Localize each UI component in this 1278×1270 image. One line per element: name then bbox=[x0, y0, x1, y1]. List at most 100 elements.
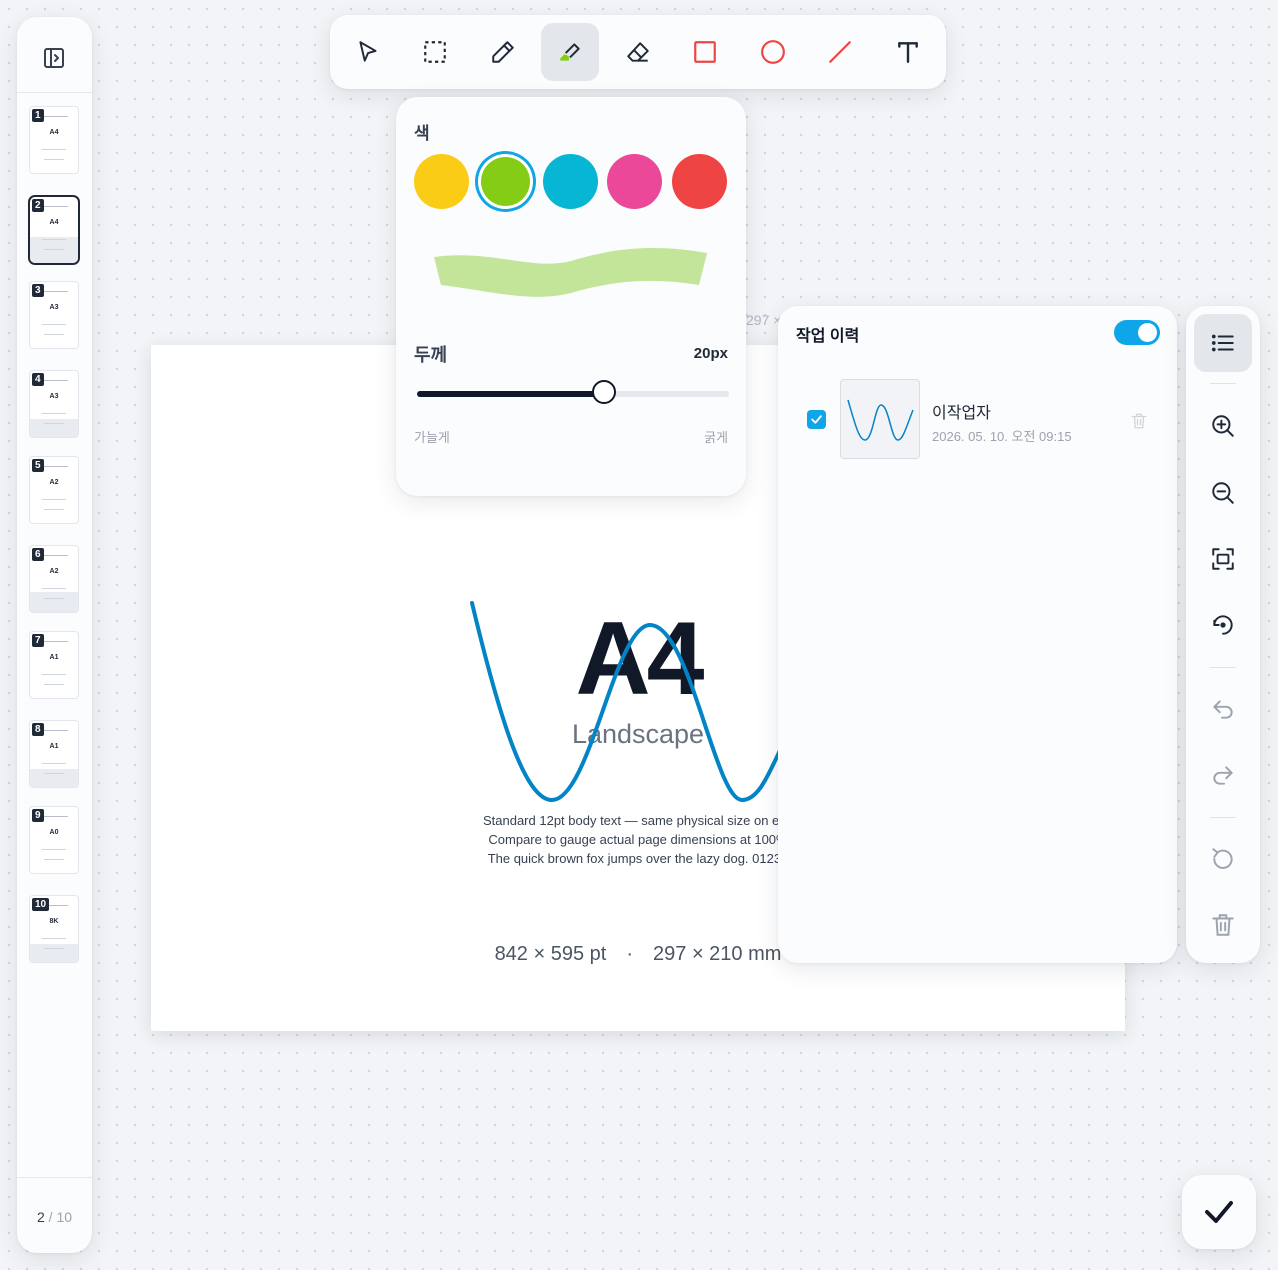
thumbnail-background bbox=[30, 237, 78, 263]
page-thumbnail[interactable]: 9 A0 bbox=[30, 807, 78, 873]
rotate-button[interactable] bbox=[1194, 596, 1252, 654]
history-visibility-toggle[interactable] bbox=[1114, 320, 1160, 345]
undo-button[interactable] bbox=[1194, 680, 1252, 738]
history-item-checkbox[interactable] bbox=[807, 410, 826, 429]
thumbnail-size-label: A4 bbox=[49, 219, 59, 226]
line-icon bbox=[829, 41, 851, 63]
tool-rectangle[interactable] bbox=[676, 23, 734, 81]
page-thumbnail[interactable]: 10 8K bbox=[30, 896, 78, 962]
page-thumbnail[interactable]: 7 A1 bbox=[30, 632, 78, 698]
color-label: 색 bbox=[414, 124, 430, 143]
thumbnail-text-line bbox=[42, 938, 66, 939]
tool-eraser[interactable] bbox=[609, 23, 667, 81]
thumbnail-text-line bbox=[40, 206, 68, 207]
thumbnail-text-line bbox=[40, 380, 68, 381]
page-thumbnail[interactable]: 6 A2 bbox=[30, 546, 78, 612]
page-counter-current: 2 bbox=[36, 1209, 45, 1225]
thumbnail-text-line bbox=[42, 763, 66, 764]
thumbnail-text-line bbox=[42, 413, 66, 414]
page-number-badge: 4 bbox=[32, 373, 44, 386]
history-title: 작업 이력 bbox=[796, 328, 860, 345]
swatch-pink[interactable] bbox=[607, 154, 662, 209]
page-thumbnail[interactable]: 8 A1 bbox=[30, 721, 78, 787]
tool-highlighter[interactable] bbox=[541, 23, 599, 81]
thick-label: 굵게 bbox=[704, 430, 728, 445]
history-item-delete-button[interactable] bbox=[1130, 412, 1148, 430]
thumbnail-background bbox=[30, 769, 78, 787]
tool-text[interactable] bbox=[879, 23, 937, 81]
undo-icon bbox=[1213, 700, 1233, 719]
thumbnail-text-line bbox=[40, 466, 68, 467]
zoom-in-button[interactable] bbox=[1194, 397, 1252, 455]
page-number-badge: 10 bbox=[32, 898, 50, 911]
swatch-yellow[interactable] bbox=[414, 154, 469, 209]
thumbnail-size-label: A2 bbox=[49, 568, 59, 575]
page-thumbnail[interactable]: 2 A4 bbox=[30, 197, 78, 263]
trash-icon bbox=[1131, 413, 1147, 429]
pencil-icon bbox=[492, 41, 514, 63]
page-number-badge: 1 bbox=[32, 109, 44, 122]
thumbnail-size-label: A3 bbox=[49, 304, 59, 311]
highlighter-icon bbox=[560, 43, 580, 61]
thickness-slider-thumb[interactable] bbox=[592, 380, 617, 404]
swatch-cyan[interactable] bbox=[543, 154, 598, 209]
thumbnail-text-line bbox=[42, 674, 66, 675]
tool-area-select[interactable] bbox=[406, 23, 464, 81]
thickness-slider[interactable] bbox=[417, 380, 729, 404]
page-number-badge: 3 bbox=[32, 284, 44, 297]
thumbnail-text-line bbox=[44, 423, 64, 424]
thumbnail-size-label: A4 bbox=[49, 129, 59, 136]
page-thumbnail[interactable]: 3 A3 bbox=[30, 282, 78, 348]
page-thumbnail[interactable]: 5 A2 bbox=[30, 457, 78, 523]
thumbnail-text-line bbox=[44, 509, 64, 510]
page-number-badge: 7 bbox=[32, 634, 44, 647]
sidebar-divider bbox=[17, 92, 92, 93]
thumbnail-text-line bbox=[44, 684, 64, 685]
page-number-badge: 8 bbox=[32, 723, 44, 736]
page-thumbnail[interactable]: 1 A4 bbox=[30, 107, 78, 173]
list-icon bbox=[1211, 334, 1234, 352]
tools-divider bbox=[1210, 817, 1236, 818]
page-counter-separator: / bbox=[48, 1209, 53, 1225]
thickness-value: 20px bbox=[693, 345, 728, 362]
trash-icon bbox=[1212, 914, 1234, 936]
delete-all-button[interactable] bbox=[1194, 896, 1252, 954]
history-item-thumbnail[interactable] bbox=[840, 379, 920, 459]
tool-select[interactable] bbox=[339, 23, 397, 81]
thumbnail-text-line bbox=[42, 849, 66, 850]
thumbnail-text-line bbox=[42, 499, 66, 500]
redo-button[interactable] bbox=[1194, 746, 1252, 804]
history-list-button[interactable] bbox=[1194, 314, 1252, 372]
zoom-out-button[interactable] bbox=[1194, 464, 1252, 522]
thumbnail-text-line bbox=[44, 948, 64, 949]
thumbnail-text-line bbox=[40, 816, 68, 817]
page-counter-total: 10 bbox=[56, 1209, 73, 1225]
tool-line[interactable] bbox=[811, 23, 869, 81]
page-counter: 2 / 10 bbox=[17, 1209, 92, 1225]
sidebar-toggle-button[interactable] bbox=[39, 43, 69, 73]
thin-label: 가늘게 bbox=[414, 430, 450, 445]
dims-separator: · bbox=[626, 943, 634, 965]
swatch-red[interactable] bbox=[672, 154, 727, 209]
tool-ellipse[interactable] bbox=[744, 23, 802, 81]
text-t-icon bbox=[898, 42, 918, 63]
tools-divider bbox=[1210, 667, 1236, 668]
dashed-square-icon bbox=[424, 41, 446, 63]
square-icon bbox=[694, 41, 716, 63]
ghost-dimension-label: 297 × bbox=[746, 312, 782, 328]
zoom-out-icon bbox=[1212, 482, 1234, 504]
thumbnail-size-label: A1 bbox=[49, 654, 59, 661]
zoom-in-icon bbox=[1212, 415, 1234, 437]
fit-screen-button[interactable] bbox=[1194, 530, 1252, 588]
swatch-green[interactable] bbox=[478, 154, 533, 209]
thumbnail-size-label: A1 bbox=[49, 743, 59, 750]
eraser-icon bbox=[627, 42, 649, 62]
page-thumbnail[interactable]: 4 A3 bbox=[30, 371, 78, 437]
highlighter-options-popover: 색 두께 20px 가늘게 굵게 bbox=[396, 97, 746, 496]
reset-button[interactable] bbox=[1194, 830, 1252, 888]
view-tools-panel bbox=[1186, 306, 1260, 963]
thumbnail-text-line bbox=[44, 773, 64, 774]
tool-pen[interactable] bbox=[474, 23, 532, 81]
confirm-button[interactable] bbox=[1182, 1175, 1256, 1249]
dims-mm: 297 × 210 mm bbox=[653, 943, 782, 965]
